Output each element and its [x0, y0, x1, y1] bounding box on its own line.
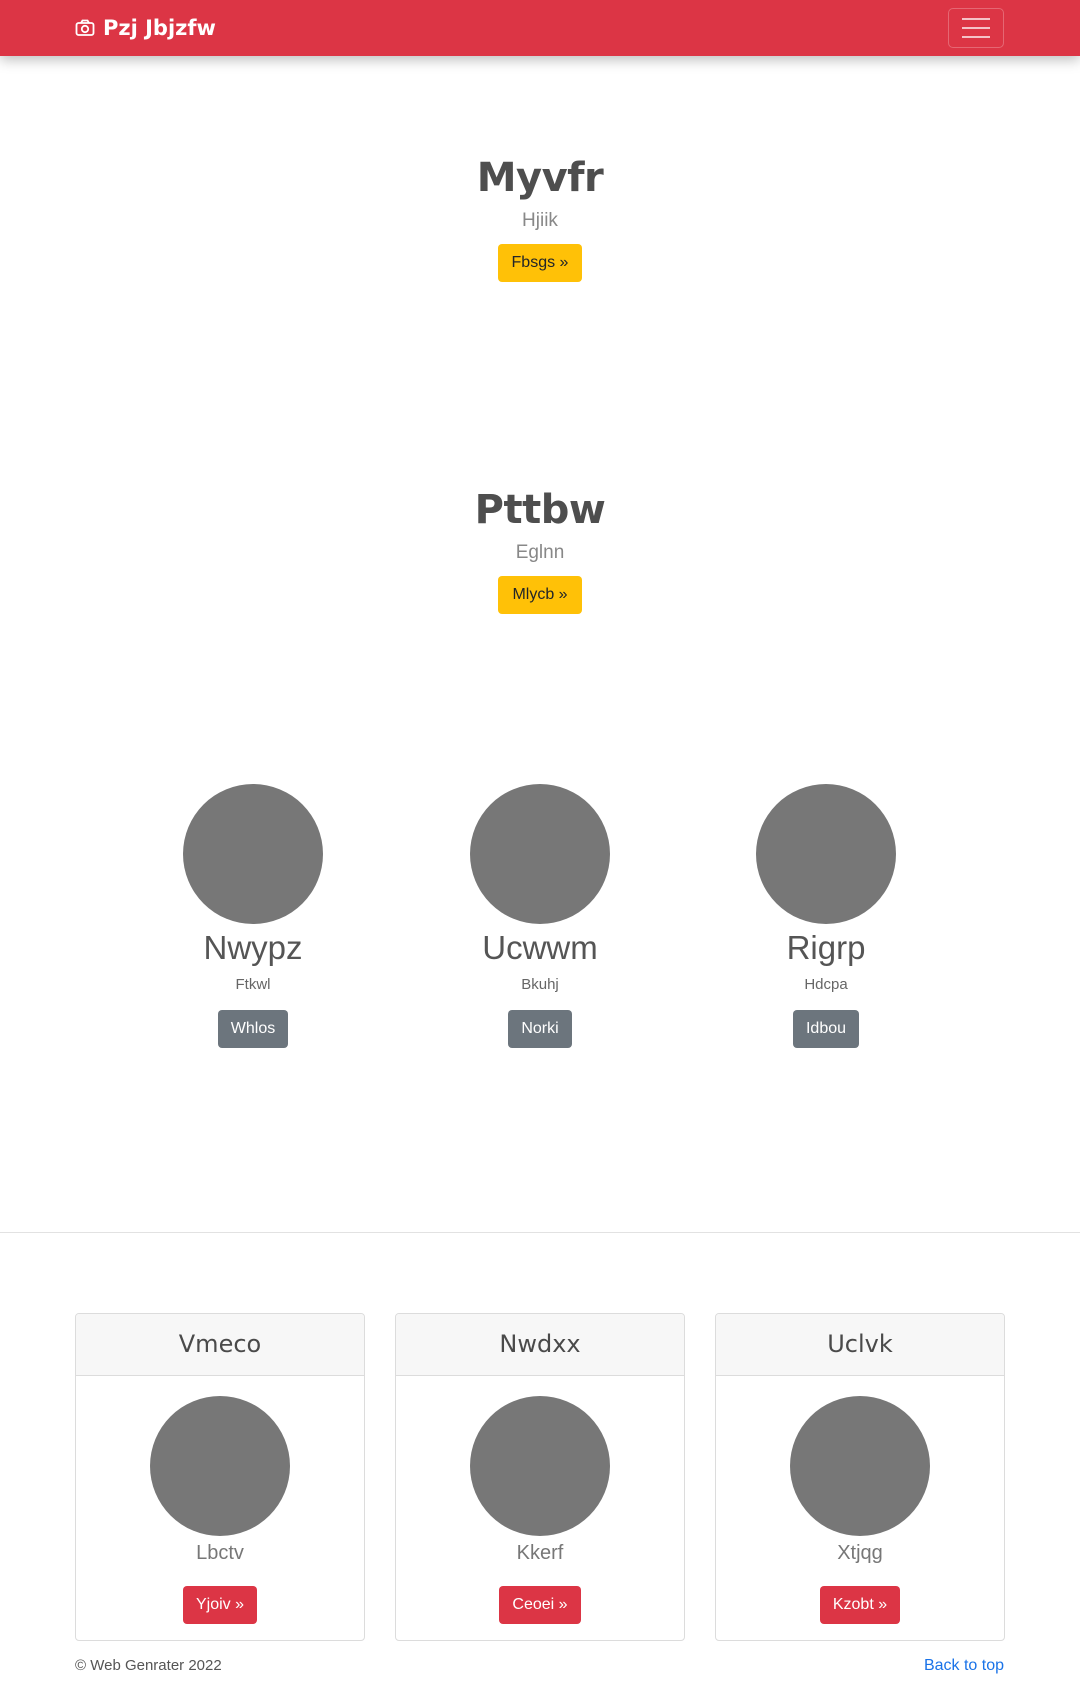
person-subtitle: Ftkwl — [235, 976, 271, 993]
hero-button[interactable]: Mlycb » — [498, 576, 582, 614]
card-name: Xtjqg — [837, 1542, 883, 1564]
footer-copyright: © Web Genrater 2022 — [75, 1657, 222, 1674]
hero-section-1: Myvfr Hjiik Fbsgs » — [0, 154, 1080, 282]
person-button[interactable]: Idbou — [792, 1010, 860, 1048]
person-button[interactable]: Whlos — [217, 1010, 289, 1048]
person-item: Nwypz Ftkwl Whlos — [153, 784, 353, 1048]
camera-icon — [75, 19, 95, 36]
card-name: Lbctv — [196, 1542, 244, 1564]
hamburger-menu-icon — [962, 27, 990, 29]
person-subtitle: Hdcpa — [804, 976, 848, 993]
card: Vmeco Lbctv Yjoiv » — [75, 1313, 365, 1641]
hero-section-2: Pttbw Eglnn Mlycb » — [0, 486, 1080, 614]
person-item: Ucwwm Bkuhj Norki — [440, 784, 640, 1048]
navbar-toggle-button[interactable] — [948, 8, 1004, 48]
hero-subtitle: Hjiik — [522, 210, 558, 231]
card-button[interactable]: Yjoiv » — [182, 1586, 258, 1624]
card-header: Uclvk — [716, 1314, 1004, 1376]
person-item: Rigrp Hdcpa Idbou — [726, 784, 926, 1048]
brand-link[interactable]: Pzj Jbjzfw — [75, 16, 216, 40]
person-name: Rigrp — [786, 929, 866, 966]
avatar — [150, 1396, 290, 1536]
hero-button[interactable]: Fbsgs » — [497, 244, 583, 282]
hamburger-menu-icon — [962, 36, 990, 38]
card-button[interactable]: Kzobt » — [819, 1586, 901, 1624]
card-header: Nwdxx — [396, 1314, 684, 1376]
person-name: Ucwwm — [482, 929, 598, 966]
card-header: Vmeco — [76, 1314, 364, 1376]
hamburger-menu-icon — [962, 18, 990, 20]
hero-title: Pttbw — [474, 487, 606, 533]
card: Uclvk Xtjqg Kzobt » — [715, 1313, 1005, 1641]
card: Nwdxx Kkerf Ceoei » — [395, 1313, 685, 1641]
person-button[interactable]: Norki — [508, 1010, 572, 1048]
card-body: Kkerf Ceoei » — [396, 1376, 684, 1624]
navbar: Pzj Jbjzfw — [0, 0, 1080, 56]
section-divider — [0, 1232, 1080, 1233]
avatar — [756, 784, 896, 924]
back-to-top-link[interactable]: Back to top — [924, 1657, 1004, 1675]
hero-title: Myvfr — [476, 155, 604, 201]
brand-name: Pzj Jbjzfw — [103, 16, 216, 40]
avatar — [183, 784, 323, 924]
person-subtitle: Bkuhj — [521, 976, 559, 993]
avatar — [470, 1396, 610, 1536]
avatar — [470, 784, 610, 924]
card-name: Kkerf — [516, 1542, 564, 1564]
hero-subtitle: Eglnn — [515, 542, 565, 563]
card-body: Xtjqg Kzobt » — [716, 1376, 1004, 1624]
card-body: Lbctv Yjoiv » — [76, 1376, 364, 1624]
person-name: Nwypz — [203, 929, 303, 966]
card-button[interactable]: Ceoei » — [499, 1586, 581, 1624]
avatar — [790, 1396, 930, 1536]
